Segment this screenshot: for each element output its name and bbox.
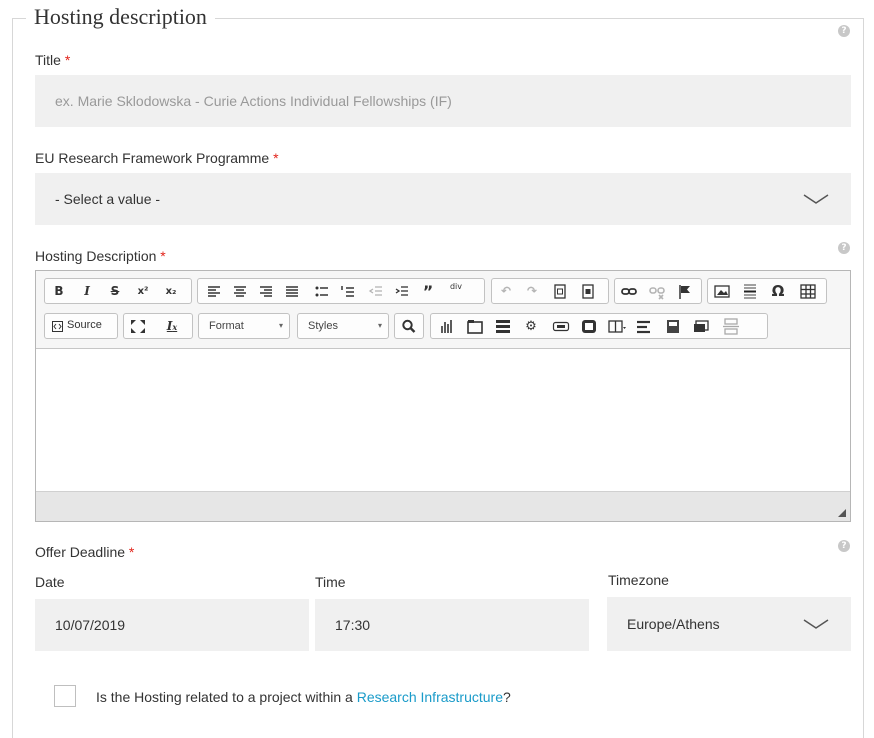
timezone-select[interactable]: Europe/Athens bbox=[607, 597, 851, 651]
caret-down-icon: ▾ bbox=[377, 321, 382, 330]
section-legend: Hosting description bbox=[26, 4, 215, 30]
help-icon[interactable]: ? bbox=[838, 25, 850, 37]
div-button[interactable]: div bbox=[446, 282, 466, 301]
timezone-label: Timezone bbox=[608, 572, 669, 588]
research-infrastructure-checkbox[interactable] bbox=[54, 685, 76, 707]
source-icon bbox=[52, 321, 63, 332]
timezone-select-value: Europe/Athens bbox=[627, 616, 720, 632]
columns-icon[interactable] bbox=[607, 317, 627, 336]
resize-handle-icon[interactable] bbox=[838, 509, 846, 517]
numbered-list-icon[interactable] bbox=[338, 282, 358, 301]
paragraph-group: ” div bbox=[197, 278, 485, 304]
help-icon[interactable]: ? bbox=[838, 540, 850, 552]
tabs-icon[interactable] bbox=[465, 317, 485, 336]
superscript-button[interactable]: x² bbox=[133, 282, 153, 301]
horizontal-line-icon[interactable] bbox=[740, 282, 760, 301]
format-select[interactable]: Format ▾ bbox=[198, 313, 290, 339]
paste-word-icon[interactable] bbox=[578, 282, 598, 301]
special-char-button[interactable]: Ω bbox=[768, 282, 788, 301]
blockquote-button[interactable]: ” bbox=[418, 282, 438, 301]
format-select-label: Format bbox=[209, 320, 244, 332]
basic-styles-group: B I S x² x₂ bbox=[44, 278, 192, 304]
source-button[interactable]: Source bbox=[44, 313, 118, 339]
div-label: div bbox=[449, 282, 463, 291]
subscript-button[interactable]: x₂ bbox=[161, 282, 181, 301]
editor-toolbar: B I S x² x₂ ” div ↶ ↷ Ω Source Ix Format… bbox=[36, 271, 850, 349]
link-icon[interactable] bbox=[619, 282, 639, 301]
undo-icon[interactable]: ↶ bbox=[496, 282, 516, 301]
tools-group: Ix bbox=[123, 313, 193, 339]
insert-group: Ω bbox=[707, 278, 827, 304]
links-group bbox=[614, 278, 702, 304]
anchor-flag-icon[interactable] bbox=[675, 282, 695, 301]
search-icon[interactable] bbox=[399, 317, 419, 336]
page-break-icon[interactable] bbox=[721, 317, 741, 336]
paste-text-icon[interactable] bbox=[550, 282, 570, 301]
research-infrastructure-label: Is the Hosting related to a project with… bbox=[96, 689, 511, 705]
styles-select-label: Styles bbox=[308, 320, 338, 332]
remove-format-icon[interactable]: Ix bbox=[162, 317, 182, 336]
align-right-icon[interactable] bbox=[256, 282, 276, 301]
date-input[interactable]: 10/07/2019 bbox=[35, 599, 309, 651]
editor-status-bar bbox=[36, 491, 850, 521]
outdent-icon[interactable] bbox=[366, 282, 386, 301]
unlink-icon[interactable] bbox=[647, 282, 667, 301]
table-icon[interactable] bbox=[798, 282, 818, 301]
chart-icon[interactable] bbox=[437, 317, 457, 336]
programme-select[interactable]: - Select a value - bbox=[35, 173, 851, 225]
align-left-icon[interactable] bbox=[204, 282, 224, 301]
indent-icon[interactable] bbox=[392, 282, 412, 301]
programme-select-value: - Select a value - bbox=[55, 191, 161, 207]
bold-button[interactable]: B bbox=[49, 282, 69, 301]
caret-down-icon: ▾ bbox=[278, 321, 283, 330]
accordion-icon[interactable] bbox=[493, 317, 513, 336]
align-center-icon[interactable] bbox=[230, 282, 250, 301]
video-icon[interactable] bbox=[663, 317, 683, 336]
date-label: Date bbox=[35, 574, 65, 590]
button-widget-icon[interactable] bbox=[551, 317, 571, 336]
editor-content-area[interactable] bbox=[36, 350, 850, 492]
rich-text-editor: B I S x² x₂ ” div ↶ ↷ Ω Source Ix Format… bbox=[35, 270, 851, 522]
programme-label: EU Research Framework Programme * bbox=[35, 150, 279, 166]
text-layout-icon[interactable] bbox=[635, 317, 655, 336]
bulleted-list-icon[interactable] bbox=[312, 282, 332, 301]
chevron-down-icon bbox=[803, 194, 829, 204]
gallery-icon[interactable] bbox=[691, 317, 711, 336]
strike-button[interactable]: S bbox=[105, 282, 125, 301]
embed-icon[interactable] bbox=[579, 317, 599, 336]
widgets-group: ⚙ bbox=[430, 313, 768, 339]
time-label: Time bbox=[315, 574, 346, 590]
find-group bbox=[394, 313, 424, 339]
justify-icon[interactable] bbox=[282, 282, 302, 301]
italic-button[interactable]: I bbox=[77, 282, 97, 301]
title-label: Title * bbox=[35, 52, 71, 68]
research-infrastructure-link[interactable]: Research Infrastructure bbox=[357, 689, 503, 705]
description-label: Hosting Description * bbox=[35, 248, 166, 264]
maximize-icon[interactable] bbox=[128, 317, 148, 336]
redo-icon[interactable]: ↷ bbox=[522, 282, 542, 301]
deadline-label: Offer Deadline * bbox=[35, 544, 135, 560]
time-input[interactable]: 17:30 bbox=[315, 599, 589, 651]
chevron-down-icon bbox=[803, 619, 829, 629]
help-icon[interactable]: ? bbox=[838, 242, 850, 254]
image-icon[interactable] bbox=[712, 282, 732, 301]
source-label: Source bbox=[67, 319, 102, 331]
clipboard-group: ↶ ↷ bbox=[491, 278, 609, 304]
styles-select[interactable]: Styles ▾ bbox=[297, 313, 389, 339]
title-input[interactable]: ex. Marie Sklodowska - Curie Actions Ind… bbox=[35, 75, 851, 127]
widget-settings-icon[interactable]: ⚙ bbox=[521, 317, 541, 336]
